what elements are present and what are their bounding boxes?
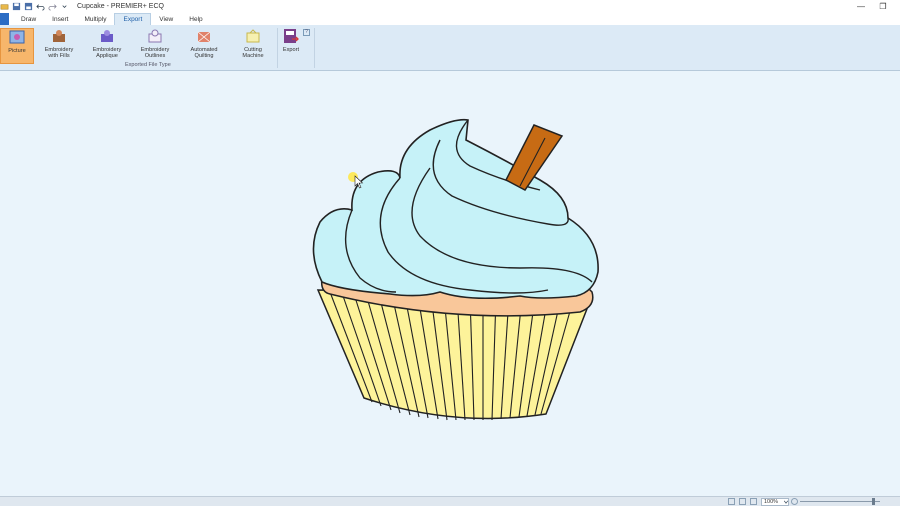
embroidery-outlines-icon — [148, 29, 162, 43]
window-title: Cupcake - PREMIER+ ECQ — [77, 3, 164, 10]
embroidery-fills-icon — [53, 30, 65, 42]
file-tab[interactable] — [0, 13, 9, 25]
export-label: Export — [282, 47, 300, 53]
embroidery-outlines-label: Embroidery Outlines — [140, 47, 170, 59]
zoom-slider-thumb[interactable] — [872, 498, 875, 505]
folder-icon[interactable] — [0, 2, 9, 11]
tab-multiply[interactable]: Multiply — [76, 13, 114, 25]
undo-icon[interactable] — [36, 2, 45, 11]
redo-icon[interactable] — [48, 2, 57, 11]
save-icon[interactable] — [12, 2, 21, 11]
automated-quilting-icon — [197, 31, 211, 43]
picture-button[interactable]: Picture — [0, 28, 34, 64]
automated-quilting-label: Automated Quilting — [190, 47, 218, 59]
cutting-machine-button[interactable]: Cutting Machine — [234, 28, 272, 64]
zoom-out-icon[interactable] — [728, 498, 735, 505]
zoom-minus-icon[interactable] — [791, 498, 798, 505]
cutting-machine-icon — [246, 29, 260, 43]
save-as-icon[interactable] — [24, 2, 33, 11]
restore-button[interactable]: ❐ — [872, 0, 894, 13]
tab-insert[interactable]: Insert — [44, 13, 76, 25]
fit-icon[interactable] — [750, 498, 757, 505]
title-bar: Cupcake - PREMIER+ ECQ — ❐ — [0, 0, 900, 13]
chevron-down-icon[interactable] — [783, 499, 789, 505]
chevron-down-icon[interactable] — [60, 2, 69, 11]
ribbon-divider — [277, 28, 278, 68]
embroidery-fills-label: Embroidery with Fills — [44, 47, 74, 59]
cupcake-picture[interactable] — [0, 72, 900, 496]
embroidery-applique-icon — [101, 30, 113, 42]
design-canvas[interactable] — [0, 72, 900, 496]
embroidery-outlines-button[interactable]: Embroidery Outlines — [136, 28, 174, 64]
minimize-button[interactable]: — — [850, 0, 872, 13]
zoom-slider-track[interactable] — [800, 501, 880, 502]
ribbon-divider — [314, 28, 315, 68]
menu-bar: Draw Insert Multiply Export View Help — [0, 13, 900, 25]
quick-access-toolbar — [0, 0, 69, 13]
cutting-machine-label: Cutting Machine — [242, 47, 264, 59]
embroidery-fills-button[interactable]: Embroidery with Fills — [40, 28, 78, 64]
group-label: Exported File Type — [125, 62, 171, 68]
export-button[interactable]: Export — [279, 28, 303, 64]
picture-label: Picture — [8, 48, 26, 54]
picture-icon — [9, 30, 25, 44]
tab-export[interactable]: Export — [114, 13, 152, 25]
embroidery-applique-label: Embroidery Applique — [92, 47, 122, 59]
grid-icon[interactable] — [739, 498, 746, 505]
ribbon: Picture Embroidery with Fills Embroidery… — [0, 25, 900, 71]
tab-help[interactable]: Help — [181, 13, 210, 25]
status-bar: 100% — [0, 496, 900, 506]
help-icon[interactable]: ? — [303, 29, 310, 36]
tab-view[interactable]: View — [151, 13, 181, 25]
tab-draw[interactable]: Draw — [13, 13, 44, 25]
automated-quilting-button[interactable]: Automated Quilting — [184, 28, 224, 64]
export-icon — [284, 29, 299, 43]
embroidery-applique-button[interactable]: Embroidery Applique — [88, 28, 126, 64]
